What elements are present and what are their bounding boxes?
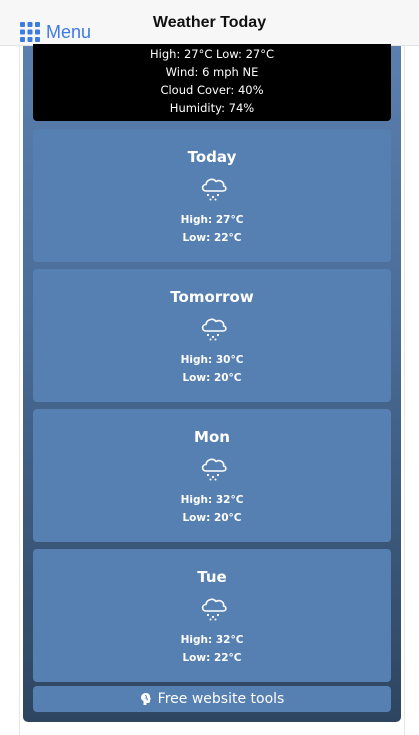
forecast-card-tomorrow: Tomorrow High: 30°C Low: 20°C	[33, 269, 391, 402]
brain-icon	[140, 693, 151, 705]
rain-cloud-icon	[201, 458, 227, 481]
page-title: Weather Today	[152, 14, 267, 31]
forecast-temps: High: 27°C Low: 22°C	[33, 211, 391, 247]
forecast-temps: High: 30°C Low: 20°C	[33, 351, 391, 387]
current-humidity: Humidity: 74%	[169, 101, 255, 115]
top-bar: Menu Weather Today	[0, 0, 419, 46]
forecast-day: Today	[187, 148, 237, 166]
footer-link-label: Free website tools	[157, 691, 285, 707]
forecast-high: High: 27°C	[180, 214, 244, 226]
forecast-temps: High: 32°C Low: 22°C	[33, 631, 391, 667]
current-cloud-cover: Cloud Cover: 40%	[160, 83, 264, 97]
forecast-day: Tomorrow	[170, 288, 254, 306]
forecast-temps: High: 32°C Low: 20°C	[33, 491, 391, 527]
current-wind: Wind: 6 mph NE	[165, 65, 259, 79]
forecast-low: Low: 20°C	[182, 372, 242, 384]
right-divider	[404, 46, 405, 735]
rain-cloud-icon	[201, 318, 227, 341]
current-conditions: High: 27°C Low: 27°C Wind: 6 mph NE Clou…	[33, 44, 391, 121]
forecast-day: Mon	[194, 428, 230, 446]
forecast-high: High: 32°C	[180, 494, 244, 506]
forecast-high: High: 32°C	[180, 634, 244, 646]
forecast-day: Tue	[197, 568, 227, 586]
forecast-low: Low: 20°C	[182, 512, 242, 524]
forecast-low: Low: 22°C	[182, 652, 242, 664]
forecast-card-mon: Mon High: 32°C Low: 20°C	[33, 409, 391, 542]
forecast-low: Low: 22°C	[182, 232, 242, 244]
left-divider	[19, 46, 20, 735]
free-website-tools-link[interactable]: Free website tools	[33, 686, 391, 712]
current-high-low: High: 27°C Low: 27°C	[150, 47, 274, 61]
forecast-card-tue: Tue High: 32°C Low: 22°C	[33, 549, 391, 682]
forecast-card-today: Today High: 27°C Low: 22°C	[33, 129, 391, 262]
forecast-high: High: 30°C	[180, 354, 244, 366]
rain-cloud-icon	[201, 178, 227, 201]
rain-cloud-icon	[201, 598, 227, 621]
